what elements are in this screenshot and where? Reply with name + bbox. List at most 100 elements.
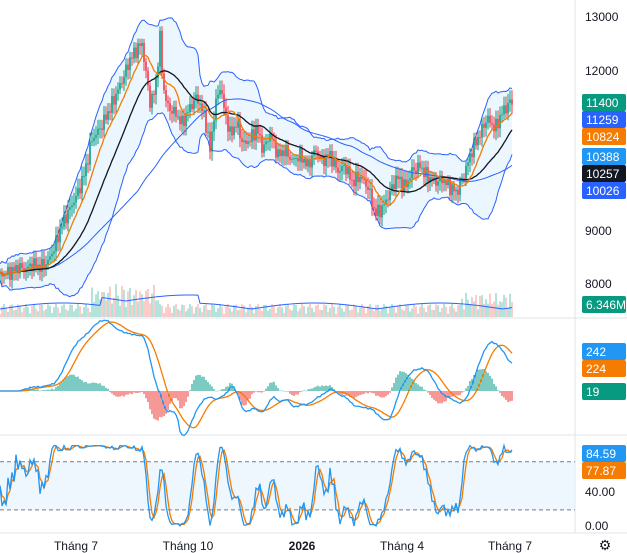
candle-body bbox=[367, 186, 369, 190]
volume-bar bbox=[429, 304, 431, 317]
macd-histogram-bar bbox=[131, 391, 133, 395]
candle-body bbox=[257, 127, 259, 134]
macd-histogram-bar bbox=[219, 390, 221, 391]
candle-body bbox=[193, 100, 195, 110]
candle-body bbox=[281, 150, 283, 157]
volume-bar bbox=[177, 309, 179, 317]
volume-bar bbox=[19, 305, 21, 317]
macd-histogram-bar bbox=[431, 391, 433, 398]
macd-histogram-bar bbox=[201, 376, 203, 391]
candle-body bbox=[351, 179, 353, 181]
macd-histogram-bar bbox=[181, 391, 183, 409]
candle-body bbox=[353, 179, 355, 187]
volume-bar bbox=[453, 308, 455, 317]
macd-histogram-bar bbox=[109, 391, 111, 393]
volume-bar bbox=[411, 308, 413, 317]
volume-bar bbox=[167, 304, 169, 317]
svg-text:10388: 10388 bbox=[586, 150, 620, 164]
volume-bar bbox=[3, 304, 5, 317]
candle-body bbox=[339, 170, 341, 173]
volume-bar bbox=[33, 304, 35, 317]
volume-bar bbox=[277, 307, 279, 317]
macd-histogram-bar bbox=[381, 391, 383, 398]
macd-histogram-bar bbox=[51, 388, 53, 391]
macd-histogram-bar bbox=[119, 391, 121, 397]
candle-body bbox=[181, 115, 183, 125]
candle-body bbox=[505, 105, 507, 114]
candle-body bbox=[203, 110, 205, 112]
candle-body bbox=[363, 178, 365, 180]
volume-bar bbox=[249, 304, 251, 317]
candle-body bbox=[15, 264, 17, 272]
candle-body bbox=[231, 126, 233, 136]
macd-histogram-bar bbox=[359, 391, 361, 396]
macd-histogram-bar bbox=[417, 384, 419, 391]
volume-bar bbox=[327, 311, 329, 317]
volume-bar bbox=[505, 297, 507, 317]
x-tick: Tháng 10 bbox=[163, 539, 214, 553]
volume-bar bbox=[313, 312, 315, 317]
candle-body bbox=[485, 122, 487, 128]
candle-body bbox=[65, 214, 67, 224]
volume-bar bbox=[211, 304, 213, 317]
candle-body bbox=[307, 159, 309, 167]
macd-histogram-bar bbox=[43, 389, 45, 391]
macd-histogram-bar bbox=[461, 391, 463, 393]
gear-icon[interactable]: ⚙ bbox=[597, 537, 613, 553]
candle-body bbox=[79, 188, 81, 194]
candle-body bbox=[219, 90, 221, 95]
candle-body bbox=[275, 141, 277, 158]
macd-histogram-bar bbox=[423, 389, 425, 391]
volume-bar bbox=[493, 301, 495, 317]
volume-bar bbox=[391, 304, 393, 317]
volume-bar bbox=[165, 307, 167, 317]
macd-histogram-bar bbox=[485, 371, 487, 391]
volume-bar bbox=[79, 306, 81, 317]
macd-line bbox=[0, 319, 513, 437]
macd-histogram-bar bbox=[377, 391, 379, 396]
macd-histogram-bar bbox=[363, 391, 365, 394]
volume-bar bbox=[143, 301, 145, 317]
macd-histogram-bar bbox=[97, 383, 99, 391]
macd-panel bbox=[0, 319, 513, 437]
candle-body bbox=[305, 158, 307, 167]
candle-body bbox=[365, 179, 367, 187]
volume-bar bbox=[381, 309, 383, 317]
macd-histogram-bar bbox=[255, 391, 257, 392]
candle-body bbox=[377, 204, 379, 216]
candle-body bbox=[73, 202, 75, 206]
candle-body bbox=[205, 110, 207, 133]
candle-body bbox=[27, 266, 29, 269]
candle-body bbox=[183, 115, 185, 127]
volume-bar bbox=[357, 312, 359, 317]
volume-bar bbox=[275, 313, 277, 317]
candle-body bbox=[95, 134, 97, 138]
candle-body bbox=[103, 114, 105, 130]
macd-histogram-bar bbox=[437, 391, 439, 404]
volume-bar bbox=[137, 301, 139, 317]
macd-histogram-bar bbox=[53, 389, 55, 391]
chart-canvas[interactable]: 13000 12000 11000 10000 9000 8000 40.00 … bbox=[0, 0, 627, 553]
volume-bar bbox=[379, 310, 381, 317]
macd-histogram-bar bbox=[121, 391, 123, 396]
volume-bar bbox=[25, 304, 27, 317]
volume-bar bbox=[67, 310, 69, 317]
macd-histogram-bar bbox=[63, 378, 65, 391]
volume-bar bbox=[339, 304, 341, 317]
volume-bar bbox=[439, 311, 441, 317]
macd-histogram-bar bbox=[465, 388, 467, 391]
volume-bar bbox=[335, 313, 337, 317]
volume-bar bbox=[393, 307, 395, 317]
candle-body bbox=[503, 105, 505, 115]
volume-bar bbox=[301, 304, 303, 317]
candle-body bbox=[51, 253, 53, 257]
macd-histogram-bar bbox=[311, 388, 313, 391]
macd-histogram-bar bbox=[489, 375, 491, 391]
volume-bar bbox=[237, 310, 239, 317]
volume-bar bbox=[427, 305, 429, 317]
candle-body bbox=[215, 98, 217, 121]
macd-histogram-bar bbox=[435, 391, 437, 402]
volume-bar bbox=[441, 308, 443, 317]
candle-body bbox=[213, 120, 215, 132]
macd-histogram-bar bbox=[185, 391, 187, 403]
